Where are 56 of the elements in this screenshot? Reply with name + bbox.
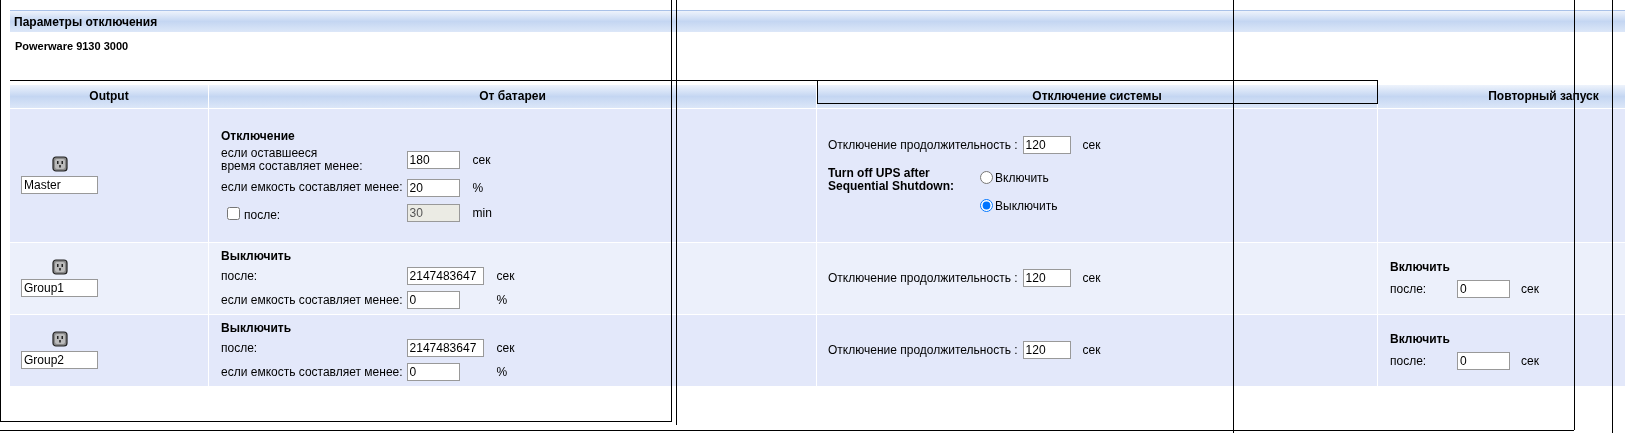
input-field[interactable]: 2147483647 (406, 267, 484, 285)
radio-label: Включить (995, 169, 1049, 187)
field-label: если емкость составляет менее: (221, 293, 404, 307)
field-label: если оставшееся время составляет менее: (221, 146, 364, 173)
input-field[interactable]: 120 (1022, 135, 1071, 154)
field-label: если емкость составляет менее: (221, 181, 404, 194)
section-title: Параметры отключения (10, 10, 1625, 32)
field-heading: Выключить (221, 320, 292, 337)
field-label: Отключение продолжительность : (828, 136, 1018, 154)
outlet-icon (51, 331, 68, 347)
unit-label: сек (1082, 270, 1101, 287)
input-field[interactable]: 0 (406, 363, 460, 381)
input-field[interactable]: 120 (1022, 341, 1071, 359)
unit-label: сек (1082, 136, 1101, 154)
field-label: после: (244, 206, 281, 224)
input-field[interactable]: Group1 (21, 279, 98, 297)
input-field[interactable]: 2147483647 (406, 339, 484, 357)
device-name: Powerware 9130 3000 (15, 39, 129, 54)
unit-label: % (496, 365, 508, 379)
field-label: если емкость составляет менее: (221, 365, 404, 379)
unit-label: сек (496, 341, 515, 355)
field-heading: Отключение (221, 127, 295, 145)
field-heading: Включить (1390, 331, 1450, 348)
unit-label: % (472, 180, 484, 195)
field-label: после: (1390, 353, 1428, 370)
column-header: Отключение системы (1032, 88, 1162, 105)
field-label: Отключение продолжительность : (828, 270, 1018, 287)
column-header: Output (89, 88, 129, 105)
input-field[interactable]: 0 (1457, 352, 1510, 370)
field-label: после: (221, 269, 259, 283)
outlet-icon (51, 259, 68, 275)
input-field[interactable]: Master (21, 176, 98, 194)
unit-label: сек (472, 152, 491, 167)
unit-label: сек (1082, 342, 1101, 359)
input-field[interactable]: 180 (406, 150, 460, 169)
input-field[interactable]: 20 (406, 178, 460, 197)
field-label: после: (1390, 281, 1428, 298)
unit-label: сек (1521, 281, 1539, 298)
input-field[interactable]: 120 (1022, 269, 1071, 287)
input-field[interactable]: Group2 (21, 351, 98, 369)
unit-label: сек (1521, 353, 1539, 370)
field-heading: Включить (1390, 259, 1450, 276)
unit-label: % (496, 293, 508, 307)
outlet-icon (51, 156, 68, 172)
radio-label: Выключить (995, 197, 1058, 215)
unit-label: min (472, 206, 492, 220)
input-field[interactable]: 0 (1457, 280, 1510, 298)
option-label: Turn off UPS after Sequential Shutdown: (828, 166, 955, 193)
input-field[interactable]: 0 (406, 291, 460, 309)
radio-button[interactable] (980, 199, 993, 212)
field-heading: Выключить (221, 248, 292, 265)
field-label: Отключение продолжительность : (828, 342, 1018, 359)
unit-label: сек (496, 269, 515, 283)
column-header: От батареи (479, 88, 546, 105)
radio-button[interactable] (980, 171, 993, 184)
field-label: после: (221, 341, 259, 355)
